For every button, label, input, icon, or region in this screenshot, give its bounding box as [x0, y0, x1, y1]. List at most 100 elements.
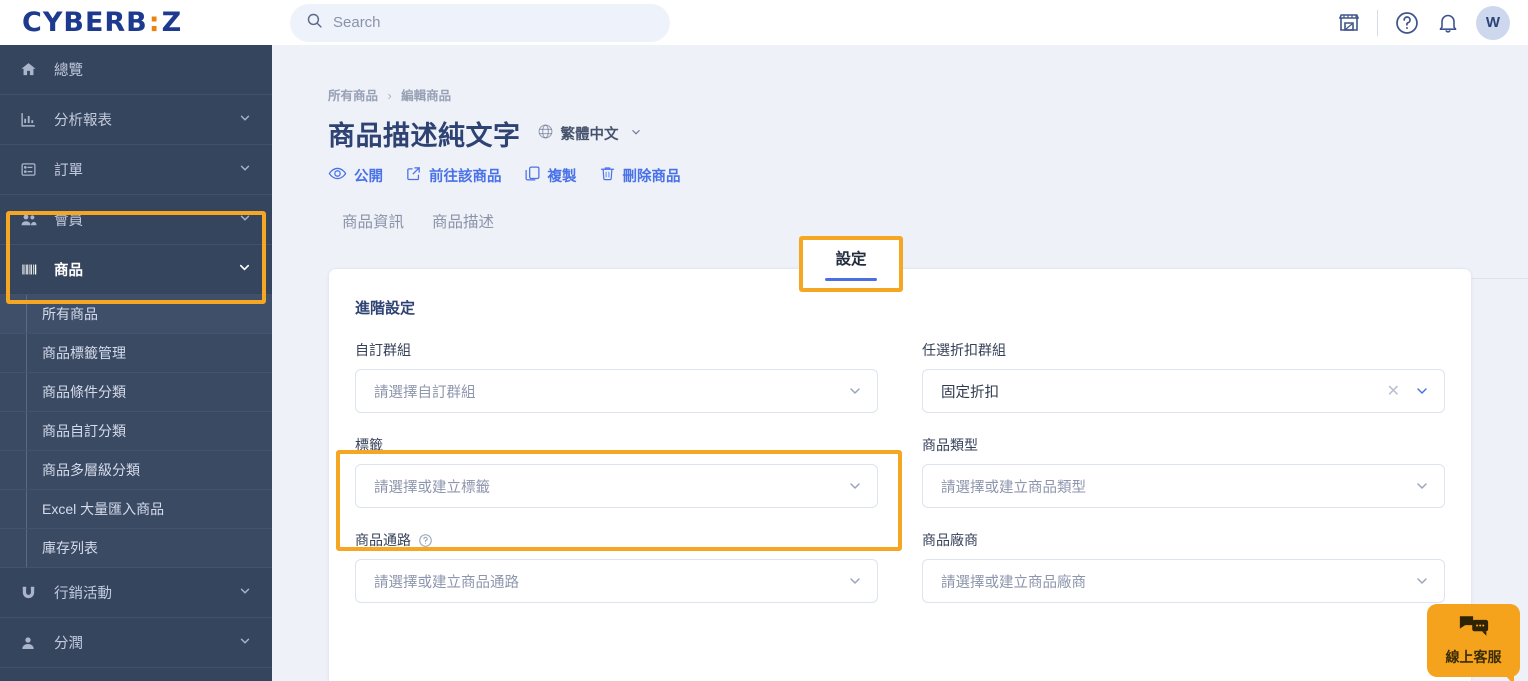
magnet-icon: [20, 584, 46, 601]
select-value: 請選擇或建立商品類型: [941, 479, 1086, 496]
field-label-text: 自訂群組: [355, 342, 411, 358]
sidebar-item-label: 行銷活動: [54, 586, 112, 602]
sidebar-item-product-custom-category[interactable]: 商品自訂分類: [0, 412, 272, 451]
delete-product-action[interactable]: 刪除商品: [599, 165, 681, 186]
field-product-type: 商品類型 請選擇或建立商品類型: [922, 435, 1445, 508]
page-actions: 公開 前往該商品 複製 刪除商品: [328, 164, 1528, 187]
avatar-initial: W: [1485, 14, 1501, 31]
sidebar-item-members[interactable]: 會員: [0, 195, 272, 245]
breadcrumb-separator: ›: [387, 89, 392, 103]
custom-group-select[interactable]: 請選擇自訂群組: [355, 369, 878, 413]
chevron-down-icon: [238, 584, 252, 602]
tags-select[interactable]: 請選擇或建立標籤: [355, 464, 878, 508]
tab-product-info[interactable]: 商品資訊: [328, 210, 418, 243]
sidebar-subitem-label: 商品多層級分類: [42, 462, 140, 478]
select-value: 固定折扣: [941, 384, 999, 401]
bell-icon[interactable]: [1436, 11, 1460, 35]
breadcrumb-current: 編輯商品: [401, 89, 452, 103]
sidebar-item-product-multilevel-category[interactable]: 商品多層級分類: [0, 451, 272, 490]
breadcrumb-parent[interactable]: 所有商品: [328, 89, 378, 103]
sidebar-subitem-label: 商品條件分類: [42, 384, 126, 400]
sidebar-item-inventory-list[interactable]: 庫存列表: [0, 529, 272, 568]
field-label: 任選折扣群組: [922, 340, 1445, 360]
action-label: 公開: [354, 169, 383, 185]
field-product-channel: 商品通路 請選擇或建立商品通路: [355, 530, 878, 603]
search-input[interactable]: [333, 14, 654, 31]
goto-product-action[interactable]: 前往該商品: [405, 165, 502, 186]
select-value: 請選擇或建立標籤: [374, 479, 490, 496]
sidebar-item-products[interactable]: 商品: [0, 245, 272, 295]
top-bar-divider: [1377, 9, 1378, 36]
sidebar-item-all-products[interactable]: 所有商品: [0, 295, 272, 334]
product-vendor-select[interactable]: 請選擇或建立商品廠商: [922, 559, 1445, 603]
tab-label: 商品描述: [432, 214, 495, 231]
external-link-icon: [405, 165, 422, 186]
question-circle-icon[interactable]: [1394, 10, 1420, 36]
sidebar-item-label: 分析報表: [54, 113, 112, 129]
field-label: 自訂群組: [355, 340, 878, 360]
trash-icon: [599, 165, 616, 186]
storefront-icon[interactable]: [1337, 11, 1361, 35]
field-tags: 標籤 請選擇或建立標籤: [355, 435, 878, 508]
bar-chart-icon: [20, 111, 46, 128]
search-icon: [306, 12, 323, 34]
main-content: 所有商品 › 編輯商品 商品描述純文字 繁體中文 公開 前往該商品 複製 刪除商…: [272, 45, 1528, 681]
select-value: 請選擇或建立商品廠商: [941, 574, 1086, 591]
select-value: 請選擇自訂群組: [374, 384, 476, 401]
chevron-down-icon: [847, 383, 863, 399]
language-label: 繁體中文: [560, 127, 619, 143]
sidebar-subitem-label: 商品自訂分類: [42, 423, 126, 439]
field-label: 商品類型: [922, 435, 1445, 455]
chevron-down-icon: [238, 211, 252, 229]
search-box[interactable]: [290, 3, 670, 42]
field-label-text: 商品類型: [922, 437, 978, 453]
duplicate-action[interactable]: 複製: [524, 165, 577, 186]
chevron-down-icon: [1414, 478, 1430, 494]
tab-bar: 商品資訊 商品描述 設定: [328, 199, 1528, 243]
product-channel-select[interactable]: 請選擇或建立商品通路: [355, 559, 878, 603]
live-chat-button[interactable]: 線上客服: [1427, 604, 1520, 681]
avatar[interactable]: W: [1476, 5, 1510, 40]
clear-icon[interactable]: ✕: [1387, 381, 1400, 401]
sidebar-item-label: 會員: [54, 213, 83, 229]
brand-logo[interactable]: CYBERB: Z: [0, 7, 272, 38]
question-circle-icon[interactable]: [418, 533, 433, 548]
sidebar-item-commission[interactable]: 分潤: [0, 618, 272, 668]
barcode-icon: [20, 261, 46, 278]
chevron-down-icon: [847, 573, 863, 589]
live-chat-label: 線上客服: [1445, 648, 1502, 665]
product-type-select[interactable]: 請選擇或建立商品類型: [922, 464, 1445, 508]
sidebar-item-product-tags[interactable]: 商品標籤管理: [0, 334, 272, 373]
sidebar-item-excel-import[interactable]: Excel 大量匯入商品: [0, 490, 272, 529]
sidebar-item-orders[interactable]: 訂單: [0, 145, 272, 195]
list-icon: [20, 161, 46, 178]
tab-product-description[interactable]: 商品描述: [418, 210, 508, 243]
sidebar-item-label: 商品: [54, 263, 83, 279]
action-label: 前往該商品: [429, 169, 502, 185]
optional-discount-group-select[interactable]: 固定折扣 ✕: [922, 369, 1445, 413]
field-label: 商品廠商: [922, 530, 1445, 550]
sidebar-subitem-label: 所有商品: [42, 306, 98, 322]
sidebar-subitem-label: 庫存列表: [42, 540, 98, 556]
action-label: 刪除商品: [622, 169, 681, 185]
chevron-down-icon: [238, 111, 252, 129]
sidebar-item-marketing[interactable]: 行銷活動: [0, 568, 272, 618]
field-label-text: 商品通路: [355, 532, 411, 548]
highlight-box-tab-settings[interactable]: [799, 236, 903, 292]
sidebar-item-analytics[interactable]: 分析報表: [0, 95, 272, 145]
sidebar: 總覽 分析報表 訂單 會員 商品 所有商品 商品標籤管理 商品條件分類 商品自訂…: [0, 45, 272, 681]
sidebar-item-overview[interactable]: 總覽: [0, 45, 272, 95]
chevron-down-icon: [625, 125, 643, 143]
top-bar: CYBERB: Z Search W: [0, 0, 1528, 45]
brand-name-part-a: CYBERB: [22, 7, 148, 38]
app-root: CYBERB: Z Search W 總覽 分析報表 訂單 會員 商品 所有商品…: [0, 0, 1528, 681]
field-label-text: 標籤: [355, 437, 383, 453]
sidebar-item-product-condition-category[interactable]: 商品條件分類: [0, 373, 272, 412]
brand-name-part-b: Z: [161, 7, 183, 38]
language-selector[interactable]: 繁體中文: [537, 123, 643, 144]
field-custom-group: 自訂群組 請選擇自訂群組: [355, 340, 878, 413]
title-row: 商品描述純文字 繁體中文: [328, 114, 1528, 153]
chat-bubbles-icon: [1459, 615, 1489, 642]
publish-action[interactable]: 公開: [328, 164, 383, 187]
card-title: 進階設定: [355, 300, 416, 317]
